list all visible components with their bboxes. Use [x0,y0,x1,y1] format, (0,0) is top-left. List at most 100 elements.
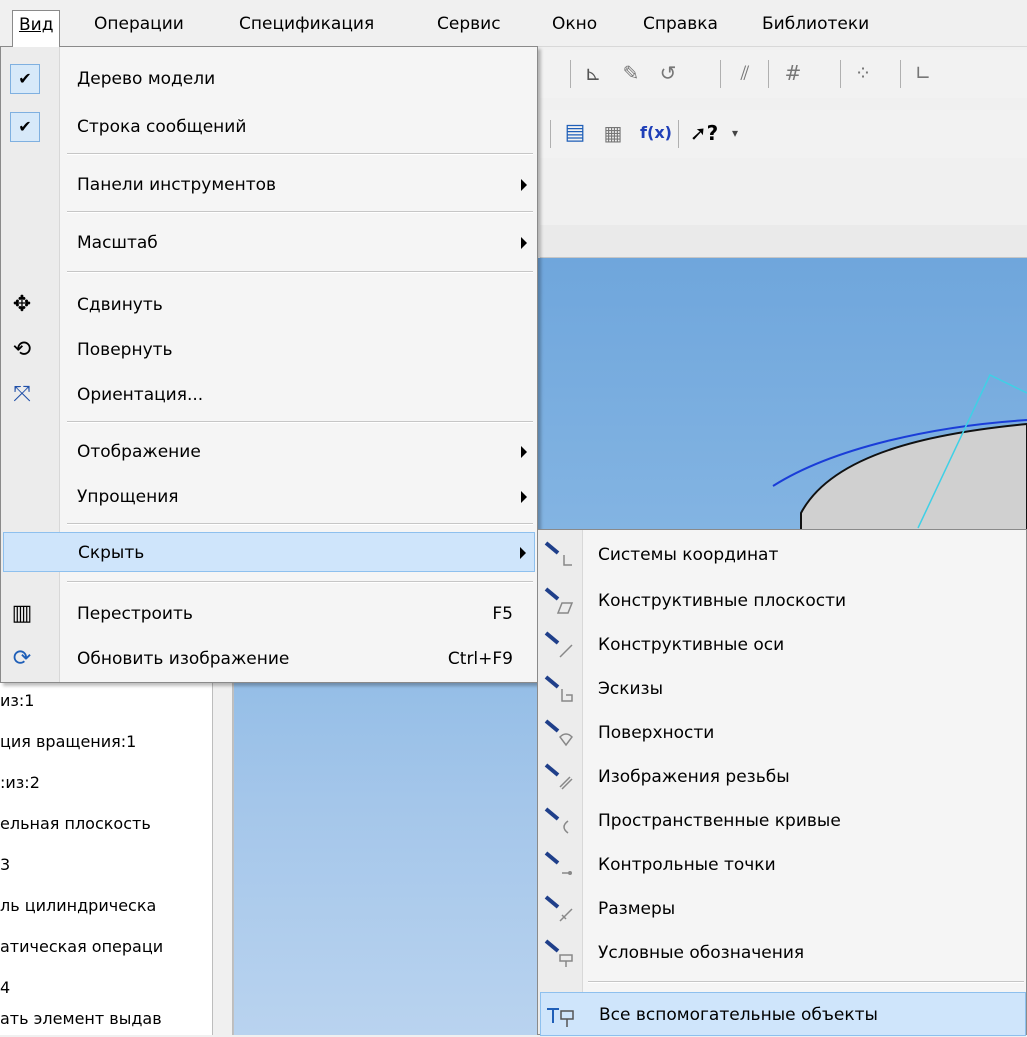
sketch-icon[interactable]: ⊾ [580,60,606,86]
submenu-arrow-icon [520,547,526,559]
tree-row[interactable]: :из:2 [0,766,212,800]
tool-icon[interactable]: ↺ [655,60,681,86]
tree-row[interactable]: 3 [0,848,212,882]
submenu-item-symbols[interactable]: Условные обозначения [540,931,1026,975]
menu-shortcut: Ctrl+F9 [447,649,513,669]
submenu-item-label: Конструктивные оси [598,635,785,655]
menu-item-message-bar[interactable]: ✔ Строка сообщений [3,107,535,147]
context-help-icon[interactable]: ➚? [684,120,724,146]
menu-view[interactable]: Вид [12,10,61,47]
submenu-item-label: Размеры [598,899,676,919]
tree-row[interactable]: ль цилиндрическа [0,889,212,923]
submenu-item-all-auxiliary[interactable]: Все вспомогательные объекты [540,992,1026,1036]
menu-item-refresh[interactable]: ⟳ Обновить изображение Ctrl+F9 [3,639,535,679]
document-icon[interactable]: ▦ [600,120,626,146]
grid-icon[interactable]: # [780,60,806,86]
submenu-item-thread-images[interactable]: Изображения резьбы [540,755,1026,799]
tree-row[interactable]: ать элемент выдав [0,1002,212,1036]
submenu-arrow-icon [521,491,527,503]
menu-item-toolbars[interactable]: Панели инструментов [3,165,535,205]
submenu-item-label: Все вспомогательные объекты [599,1005,878,1025]
menu-separator [67,271,533,273]
menu-item-label: Строка сообщений [77,117,247,137]
toolbar-second: ▤ ▦ f(x) ➚? ▾ [540,110,1027,158]
submenu-item-label: Эскизы [598,679,663,699]
calculator-icon[interactable]: ▤ [562,120,588,146]
submenu-item-sketches[interactable]: Эскизы [540,667,1026,711]
tree-row[interactable]: ельная плоскость [0,807,212,841]
submenu-item-label: Условные обозначения [598,943,805,963]
tree-row[interactable]: атическая операци [0,930,212,964]
menu-operations[interactable]: Операции [88,10,190,40]
menu-view-label: Вид [19,15,54,35]
menu-item-simplify[interactable]: Упрощения [3,477,535,517]
submenu-item-label: Поверхности [598,723,715,743]
hide-planes-icon [544,587,574,614]
orientation-axes-icon: ⤧ [13,382,31,407]
hide-points-icon [544,851,572,875]
hide-curves-icon [544,807,569,834]
menu-item-orientation[interactable]: ⤧ Ориентация... [3,375,535,415]
edit-icon[interactable]: ✎ [618,60,644,86]
menu-item-label: Упрощения [77,487,179,507]
submenu-item-coordinate-systems[interactable]: Системы координат [540,533,1026,577]
formula-icon[interactable]: f(x) [636,120,676,146]
context-help-label: ? [706,121,719,145]
menu-service[interactable]: Сервис [431,10,507,40]
submenu-arrow-icon [521,237,527,249]
menu-item-pan[interactable]: ✥ Сдвинуть [3,285,535,325]
submenu-item-control-points[interactable]: Контрольные точки [540,843,1026,887]
menu-separator [67,153,533,155]
panel-splitter[interactable] [212,680,233,1035]
submenu-item-label: Изображения резьбы [598,767,790,787]
menu-window[interactable]: Окно [546,10,603,40]
menu-item-display[interactable]: Отображение [3,432,535,472]
menu-item-hide[interactable]: Скрыть [3,532,535,572]
hide-coordinates-icon [544,541,572,566]
menu-shortcut: F5 [492,604,513,624]
menu-item-label: Обновить изображение [77,649,290,669]
menu-item-rebuild[interactable]: ▥ Перестроить F5 [3,594,535,634]
check-icon: ✔ [10,64,40,94]
points-icon[interactable]: ⁘ [850,60,876,86]
submenu-item-dimensions[interactable]: Размеры [540,887,1026,931]
toolbar-top: ⊾ ✎ ↺ ⫽ # ⁘ ∟ [540,50,1027,98]
refresh-icon: ⟳ [12,646,32,671]
menu-libraries[interactable]: Библиотеки [756,10,875,40]
menu-item-rotate[interactable]: ⟲ Повернуть [3,330,535,370]
view-menu-dropdown: ✔ Дерево модели ✔ Строка сообщений Панел… [0,46,538,683]
menu-item-label: Повернуть [77,340,173,360]
menu-item-zoom[interactable]: Масштаб [3,223,535,263]
tree-row[interactable]: из:1 [0,684,212,718]
menu-help[interactable]: Справка [637,10,724,40]
tree-row[interactable]: 4 [0,971,212,1005]
menu-item-label: Панели инструментов [77,175,277,195]
formula-label: f(x) [640,123,672,142]
rebuild-icon: ▥ [11,601,33,626]
hide-dimensions-icon [544,895,573,922]
menu-item-label: Скрыть [78,543,145,563]
parallel-icon[interactable]: ⫽ [732,60,758,86]
model-tree-panel: из:1 ция вращения:1 :из:2 ельная плоскос… [0,680,234,1035]
submenu-item-label: Конструктивные плоскости [598,591,847,611]
submenu-item-construction-planes[interactable]: Конструктивные плоскости [540,579,1026,623]
menu-specification[interactable]: Спецификация [233,10,380,40]
menu-item-label: Сдвинуть [77,295,163,315]
rotate-icon: ⟲ [12,337,32,362]
menu-separator [67,581,533,583]
menu-item-model-tree[interactable]: ✔ Дерево модели [3,59,535,99]
pan-arrows-icon: ✥ [12,292,32,317]
submenu-item-label: Системы координат [598,545,779,565]
check-icon: ✔ [10,112,40,142]
menu-separator [67,421,533,423]
menu-item-label: Ориентация... [77,385,204,405]
submenu-item-spatial-curves[interactable]: Пространственные кривые [540,799,1026,843]
menu-item-label: Перестроить [77,604,193,624]
chevron-down-icon[interactable]: ▾ [722,120,748,146]
hide-threads-icon [544,763,573,790]
measure-icon[interactable]: ∟ [910,60,936,86]
submenu-item-surfaces[interactable]: Поверхности [540,711,1026,755]
tree-row[interactable]: ция вращения:1 [0,725,212,759]
submenu-item-label: Пространственные кривые [598,811,841,831]
submenu-item-construction-axes[interactable]: Конструктивные оси [540,623,1026,667]
